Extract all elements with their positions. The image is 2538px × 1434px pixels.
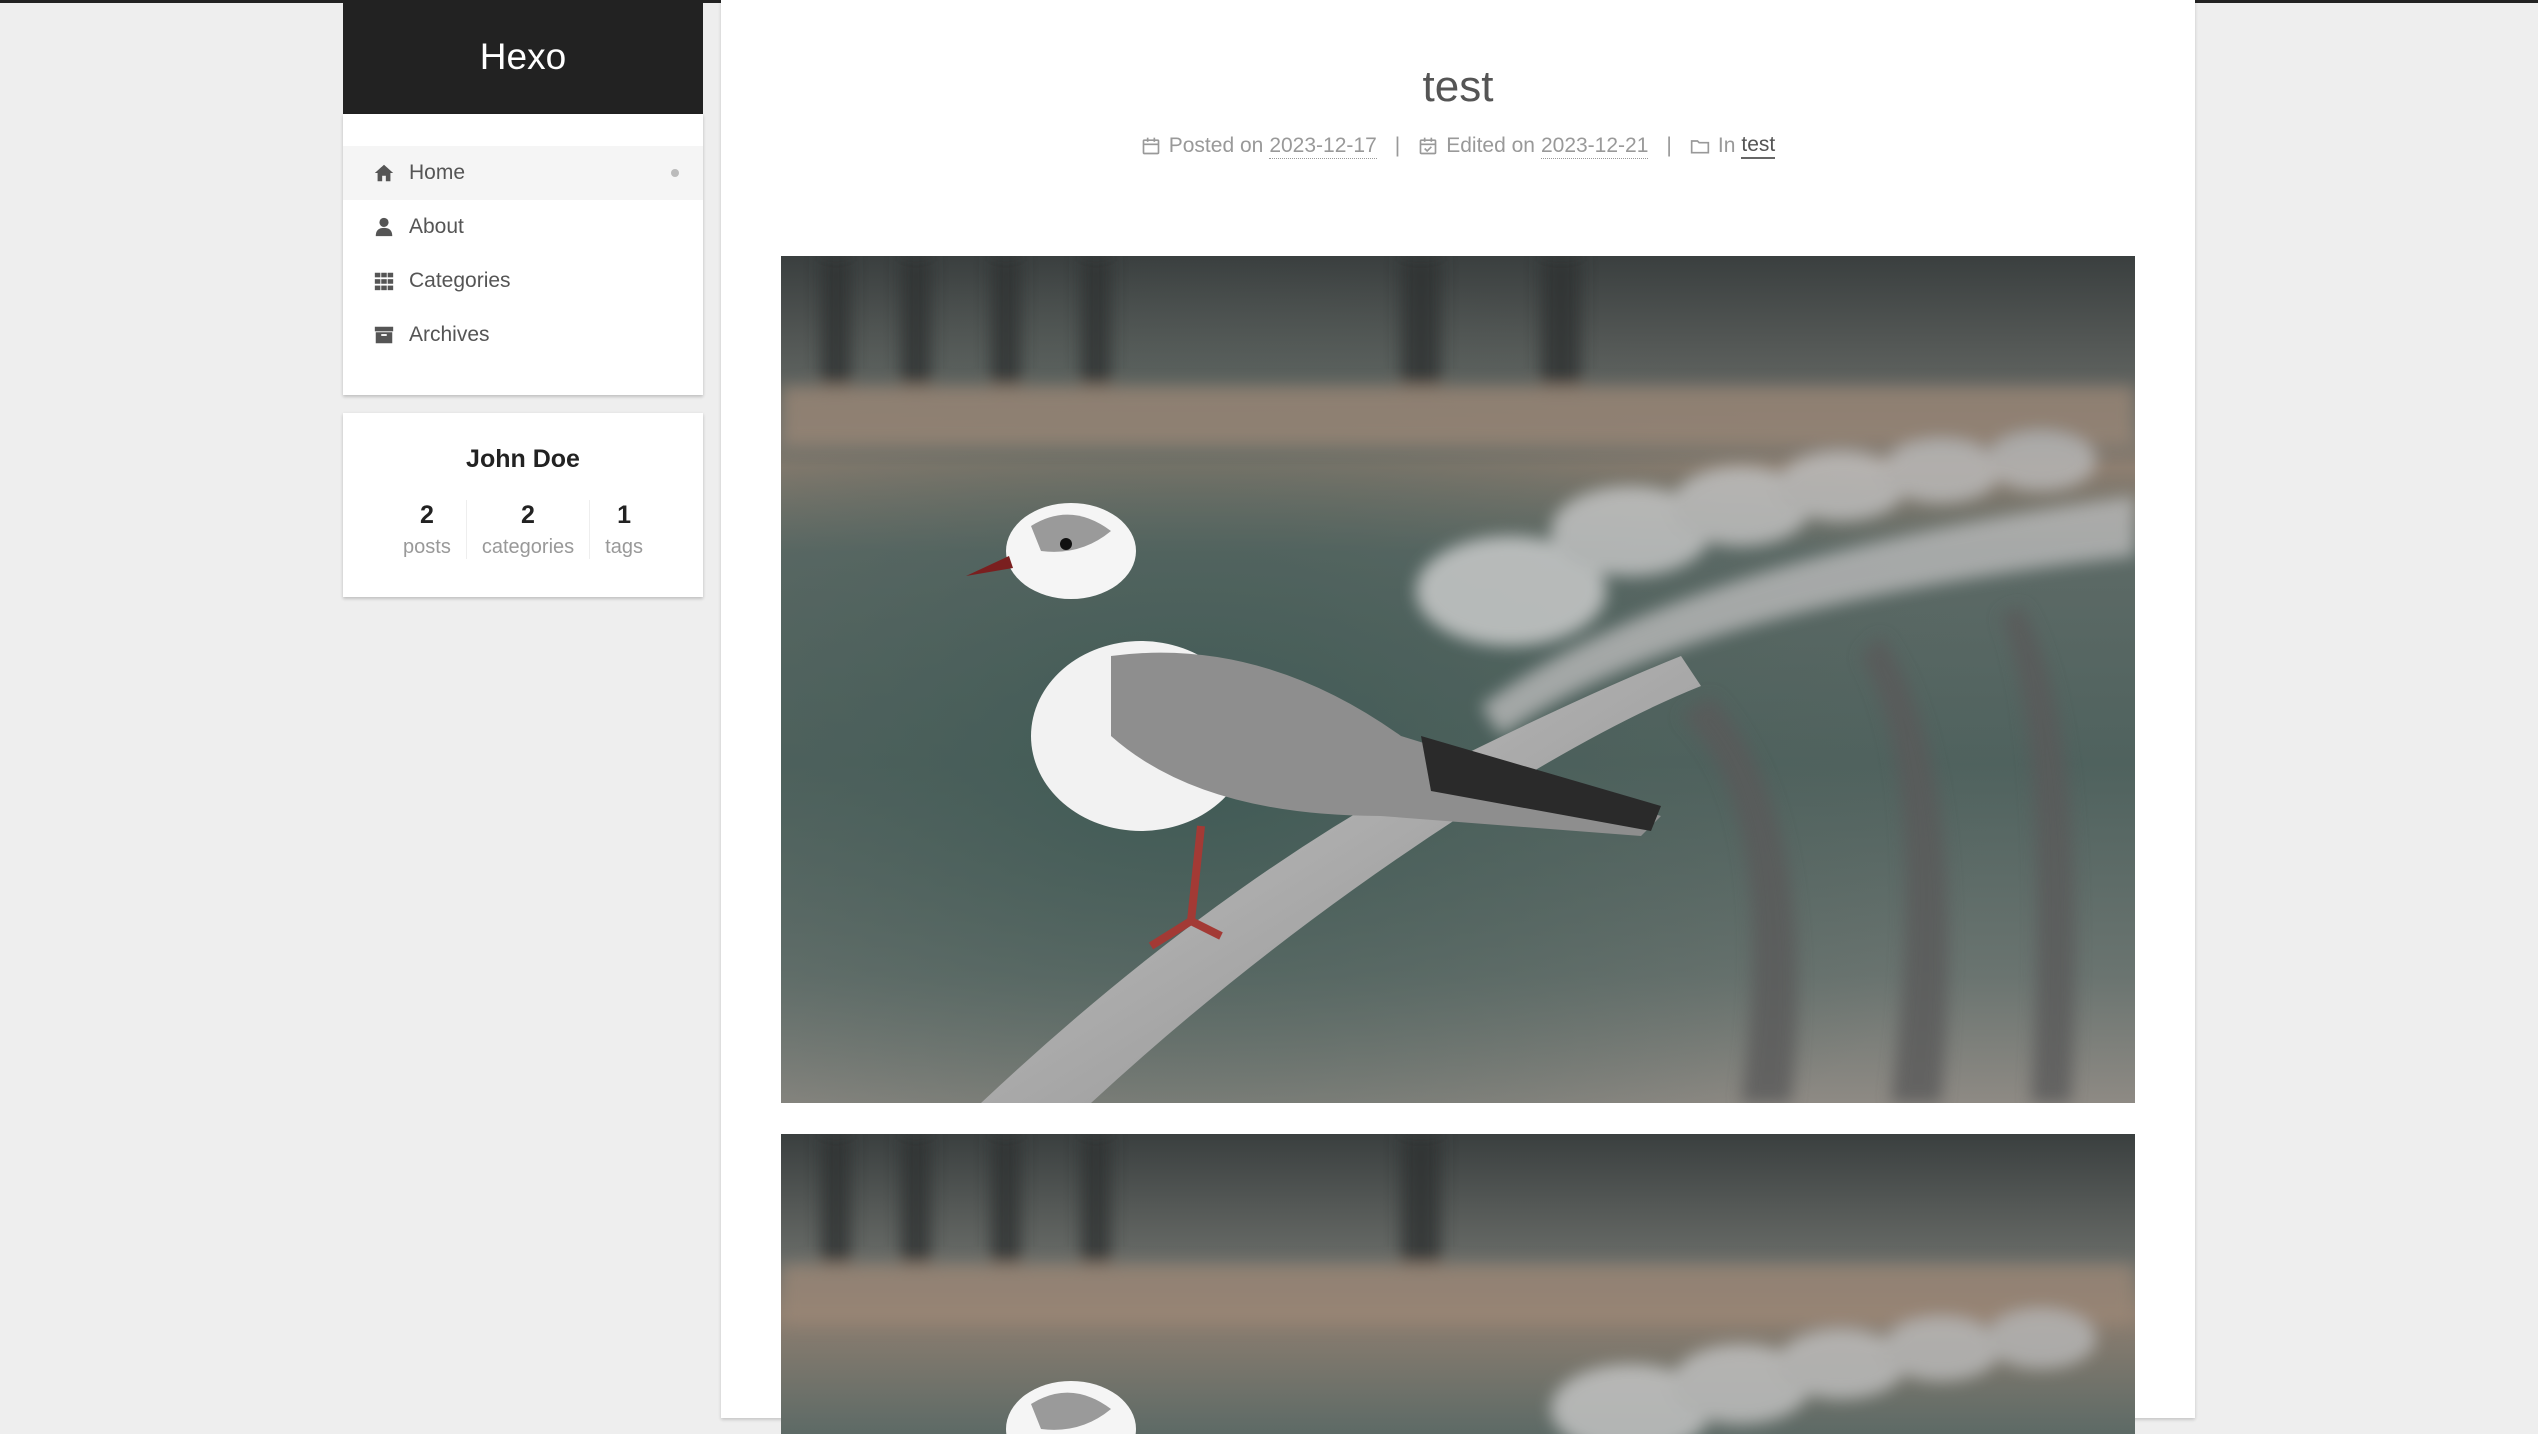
stat-label: categories	[481, 536, 575, 558]
post-container: test Posted on 2023-12-17 | Edited on 20…	[721, 0, 2195, 1434]
post-title: test	[1422, 62, 1494, 111]
active-indicator	[671, 169, 679, 177]
posted-label: Posted on	[1168, 134, 1264, 157]
site-title[interactable]: Hexo	[480, 36, 566, 78]
stat-label: tags	[605, 536, 643, 558]
archive-icon	[374, 326, 394, 344]
menu-item-label: Archives	[409, 323, 490, 346]
menu-item-categories[interactable]: Categories	[343, 254, 703, 308]
calendar-check-icon	[1419, 137, 1437, 155]
edited-label: Edited on	[1446, 134, 1535, 157]
stat-count: 1	[617, 501, 631, 529]
folder-icon	[1690, 140, 1710, 154]
meta-divider: |	[1666, 134, 1672, 157]
in-label: In	[1717, 134, 1736, 157]
author-overview: John Doe 2 posts 2 categories 1 tags	[343, 413, 703, 597]
site-nav: Home About Categories Archives	[343, 114, 703, 395]
stat-posts[interactable]: 2 posts	[388, 500, 466, 559]
stat-count: 2	[420, 501, 434, 529]
post-meta: Posted on 2023-12-17 | Edited on 2023-12…	[721, 133, 2195, 159]
grid-icon	[374, 272, 394, 291]
stat-tags[interactable]: 1 tags	[589, 500, 658, 559]
home-icon	[374, 164, 394, 182]
menu-item-label: About	[409, 215, 464, 238]
sidebar: Hexo Home About Categories Archives John…	[343, 0, 703, 597]
user-icon	[375, 217, 393, 237]
stat-categories[interactable]: 2 categories	[465, 500, 589, 559]
stat-count: 2	[521, 501, 535, 529]
menu-item-label: Home	[409, 161, 466, 184]
site-stats: 2 posts 2 categories 1 tags	[343, 500, 703, 559]
menu-item-archives[interactable]: Archives	[343, 308, 703, 362]
post-image	[781, 256, 2135, 1103]
author-name: John Doe	[466, 445, 580, 473]
edited-meta: Edited on 2023-12-21	[1418, 133, 1649, 159]
menu-item-label: Categories	[409, 269, 511, 292]
menu-item-home[interactable]: Home	[343, 146, 703, 200]
meta-divider: |	[1394, 134, 1401, 157]
posted-meta: Posted on 2023-12-17	[1141, 134, 1377, 159]
stat-label: posts	[403, 536, 451, 558]
site-brand[interactable]: Hexo	[343, 0, 703, 114]
edited-date: 2023-12-21	[1540, 133, 1649, 159]
calendar-icon	[1142, 137, 1160, 155]
posted-date: 2023-12-17	[1269, 133, 1377, 159]
category-meta: In test	[1690, 133, 1776, 159]
category-link[interactable]: test	[1741, 133, 1776, 159]
post-image	[781, 1134, 2135, 1434]
menu-item-about[interactable]: About	[343, 200, 703, 254]
